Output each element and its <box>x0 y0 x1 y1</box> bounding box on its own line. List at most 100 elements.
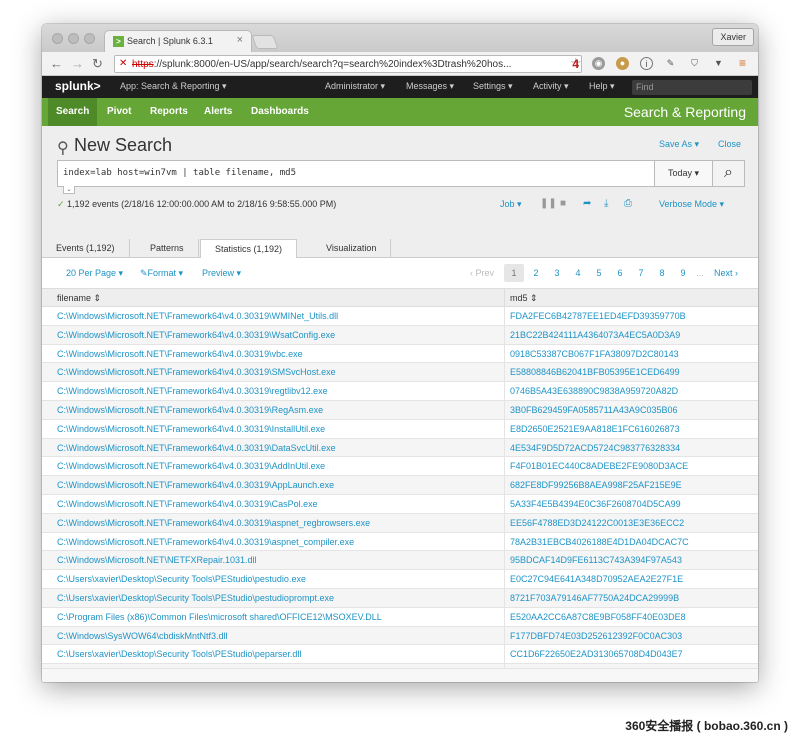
nav-alerts[interactable]: Alerts <box>196 98 240 126</box>
extension-shield-icon[interactable]: ⛉ <box>688 57 701 70</box>
splunk-logo[interactable]: splunk> <box>55 79 101 93</box>
md5-cell[interactable]: 682FE8DF99256B8AEA998F25AF215E9E <box>510 480 682 490</box>
page-3[interactable]: 3 <box>549 264 565 282</box>
md5-cell[interactable]: EE56F4788ED3D24122C0013E3E36ECC2 <box>510 518 684 528</box>
search-query-input[interactable]: index=lab host=win7vm | table filename, … <box>57 160 655 187</box>
filename-cell[interactable]: C:\Windows\Microsoft.NET\Framework64\v4.… <box>57 443 336 453</box>
page-6[interactable]: 6 <box>612 264 628 282</box>
md5-cell[interactable]: CC1D6F22650E2AD313065708D4D043E7 <box>510 649 683 659</box>
md5-cell[interactable]: E0C27C94E641A348D70952AEA2E27F1E <box>510 574 683 584</box>
page-1[interactable]: 1 <box>504 264 524 282</box>
menu-administrator[interactable]: Administrator ▾ <box>325 81 385 92</box>
per-page-menu[interactable]: 20 Per Page ▾ <box>66 268 123 279</box>
md5-cell[interactable]: F4F01B01EC440C8ADEBE2FE9080D3ACE <box>510 461 688 471</box>
filename-cell[interactable]: C:\Windows\Microsoft.NET\Framework64\v4.… <box>57 386 328 396</box>
filename-cell[interactable]: C:\Windows\SysWOW64\cbdiskMntNtf3.dll <box>57 631 228 641</box>
job-menu[interactable]: Job ▾ <box>500 199 522 210</box>
page-4[interactable]: 4 <box>570 264 586 282</box>
export-icon[interactable]: ⤓ <box>604 198 608 209</box>
column-header-filename[interactable]: filename ⇕ <box>57 293 101 304</box>
nav-search[interactable]: Search <box>48 98 98 126</box>
print-icon[interactable]: ⎙ <box>624 198 632 209</box>
nav-reports[interactable]: Reports <box>142 98 196 126</box>
back-arrow-icon[interactable]: ← <box>50 56 63 71</box>
extension-info-icon[interactable]: i <box>640 57 653 70</box>
filename-cell[interactable]: C:\Windows\Microsoft.NET\Framework64\v4.… <box>57 480 334 490</box>
filename-cell[interactable]: C:\Windows\Microsoft.NET\Framework64\v4.… <box>57 405 323 415</box>
close-tab-icon[interactable]: × <box>237 34 243 46</box>
md5-cell[interactable]: 3B0FB629459FA0585711A43A9C035B06 <box>510 405 677 415</box>
search-mode-menu[interactable]: Verbose Mode ▾ <box>659 199 724 210</box>
extension-pocket-icon[interactable]: ▼ <box>712 57 725 70</box>
md5-cell[interactable]: 4E534F9D5D72ACD5724C983776328334 <box>510 443 680 453</box>
extension-tools-icon[interactable]: ✎ <box>664 57 677 70</box>
md5-cell[interactable]: 78A2B31EBCB4026188E4D1DA04DCAC7C <box>510 537 689 547</box>
md5-cell[interactable]: 5A33F4E5B4394E0C36F2608704D5CA99 <box>510 499 681 509</box>
md5-cell[interactable]: E8D2650E2521E9AA818E1FC616026873 <box>510 424 680 434</box>
column-header-md5[interactable]: md5 ⇕ <box>510 293 538 304</box>
filename-cell[interactable]: C:\Windows\Microsoft.NET\Framework64\v4.… <box>57 461 325 471</box>
nav-pivot[interactable]: Pivot <box>99 98 139 126</box>
stop-icon[interactable]: ■ <box>560 198 566 209</box>
md5-cell[interactable]: 0918C53387CB067F1FA38097D2C80143 <box>510 349 679 359</box>
filename-cell[interactable]: C:\Program Files (x86)\Common Files\micr… <box>57 612 382 622</box>
pause-icon[interactable]: ❚❚ <box>540 198 557 209</box>
filename-cell[interactable]: C:\Windows\Microsoft.NET\Framework64\v4.… <box>57 537 354 547</box>
tab-events[interactable]: Events (1,192) <box>42 239 130 258</box>
md5-cell[interactable]: E58808846B62041BFB05395E1CED6499 <box>510 367 680 377</box>
md5-cell[interactable]: F177DBFD74E03D252612392F0C0AC303 <box>510 631 682 641</box>
tab-visualization[interactable]: Visualization <box>312 239 392 258</box>
filename-cell[interactable]: C:\Windows\Microsoft.NET\Framework64\v4.… <box>57 518 370 528</box>
prev-page-button[interactable]: ‹ Prev <box>470 264 494 282</box>
browser-tab[interactable]: > Search | Splunk 6.3.1 × <box>104 30 252 52</box>
reload-icon[interactable]: ↻ <box>92 56 103 72</box>
filename-cell[interactable]: C:\Windows\Microsoft.NET\NETFXRepair.103… <box>57 555 257 565</box>
filename-cell[interactable]: C:\Windows\Microsoft.NET\Framework64\v4.… <box>57 424 325 434</box>
page-9[interactable]: 9 <box>675 264 691 282</box>
filename-cell[interactable]: C:\Windows\Microsoft.NET\Framework64\v4.… <box>57 367 336 377</box>
nav-dashboards[interactable]: Dashboards <box>243 98 317 126</box>
time-range-picker[interactable]: Today ▾ <box>655 160 713 187</box>
menu-activity[interactable]: Activity ▾ <box>533 81 569 92</box>
address-bar[interactable]: ✕ https://splunk:8000/en-US/app/search/s… <box>114 55 582 73</box>
filename-cell[interactable]: C:\Windows\Microsoft.NET\Framework64\v4.… <box>57 311 338 321</box>
search-submit-button[interactable]: ⌕ <box>713 160 745 187</box>
preview-menu[interactable]: Preview ▾ <box>202 268 241 279</box>
url-text[interactable]: https://splunk:8000/en-US/app/search/sea… <box>132 59 562 70</box>
menu-settings[interactable]: Settings ▾ <box>473 81 513 92</box>
filename-cell[interactable]: C:\Windows\Microsoft.NET\Framework64\v4.… <box>57 499 318 509</box>
page-2[interactable]: 2 <box>528 264 544 282</box>
md5-cell[interactable]: 8721F703A79146AF7750A24DCA29999B <box>510 593 679 603</box>
extension-cookie-icon[interactable]: ● <box>616 57 629 70</box>
zoom-window-dot[interactable] <box>84 33 95 44</box>
page-8[interactable]: 8 <box>654 264 670 282</box>
filename-cell[interactable]: C:\Windows\Microsoft.NET\Framework64\v4.… <box>57 330 335 340</box>
bookmark-star-icon[interactable]: ☆ <box>570 55 582 71</box>
new-tab-button[interactable] <box>251 35 279 49</box>
close-button[interactable]: Close <box>718 139 741 149</box>
md5-cell[interactable]: 95BDCAF14D9FE6113C743A394F97A543 <box>510 555 682 565</box>
forward-arrow-icon[interactable]: → <box>71 56 84 71</box>
minimize-window-dot[interactable] <box>68 33 79 44</box>
close-window-dot[interactable] <box>52 33 63 44</box>
menu-help[interactable]: Help ▾ <box>589 81 615 92</box>
expand-query-chevron-icon[interactable]: ⌄ <box>63 186 75 194</box>
menu-hamburger-icon[interactable]: ≡ <box>736 57 749 70</box>
save-as-button[interactable]: Save As ▾ <box>659 139 699 150</box>
profile-button[interactable]: Xavier <box>712 28 754 46</box>
extension-globe-icon[interactable]: ◉ <box>592 57 605 70</box>
share-icon[interactable]: ➦ <box>583 198 591 209</box>
app-menu[interactable]: App: Search & Reporting ▾ <box>120 81 227 92</box>
filename-cell[interactable]: C:\Windows\Microsoft.NET\Framework64\v4.… <box>57 349 303 359</box>
md5-cell[interactable]: 0746B5A43E638890C9838A959720A82D <box>510 386 678 396</box>
tab-patterns[interactable]: Patterns <box>136 239 199 258</box>
page-5[interactable]: 5 <box>591 264 607 282</box>
tab-statistics[interactable]: Statistics (1,192) <box>200 239 298 259</box>
format-menu[interactable]: ✎Format ▾ <box>140 268 183 279</box>
filename-cell[interactable]: C:\Users\xavier\Desktop\Security Tools\P… <box>57 574 306 584</box>
md5-cell[interactable]: 21BC22B424111A4364073A4EC5A0D3A9 <box>510 330 680 340</box>
next-page-button[interactable]: Next › <box>714 264 738 282</box>
md5-cell[interactable]: FDA2FEC6B42787EE1ED4EFD39359770B <box>510 311 686 321</box>
page-7[interactable]: 7 <box>633 264 649 282</box>
filename-cell[interactable]: C:\Users\xavier\Desktop\Security Tools\P… <box>57 593 334 603</box>
